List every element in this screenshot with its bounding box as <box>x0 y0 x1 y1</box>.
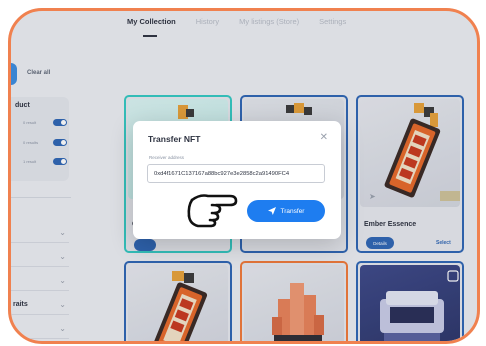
pointing-hand-icon <box>187 194 238 228</box>
receiver-address-input[interactable]: 0xd4f1671C137167a88bc927e3e2858c2a91490F… <box>147 164 325 183</box>
receiver-address-label: Receiver address <box>149 155 185 160</box>
collection-page: My Collection History My listings (Store… <box>11 11 477 341</box>
screenshot-frame: My Collection History My listings (Store… <box>8 8 480 344</box>
transfer-button[interactable]: Transfer <box>247 200 325 222</box>
transfer-button-label: Transfer <box>280 207 305 215</box>
send-icon <box>267 207 276 215</box>
close-icon[interactable]: ✕ <box>320 132 328 143</box>
modal-title: Transfer NFT <box>148 134 201 144</box>
